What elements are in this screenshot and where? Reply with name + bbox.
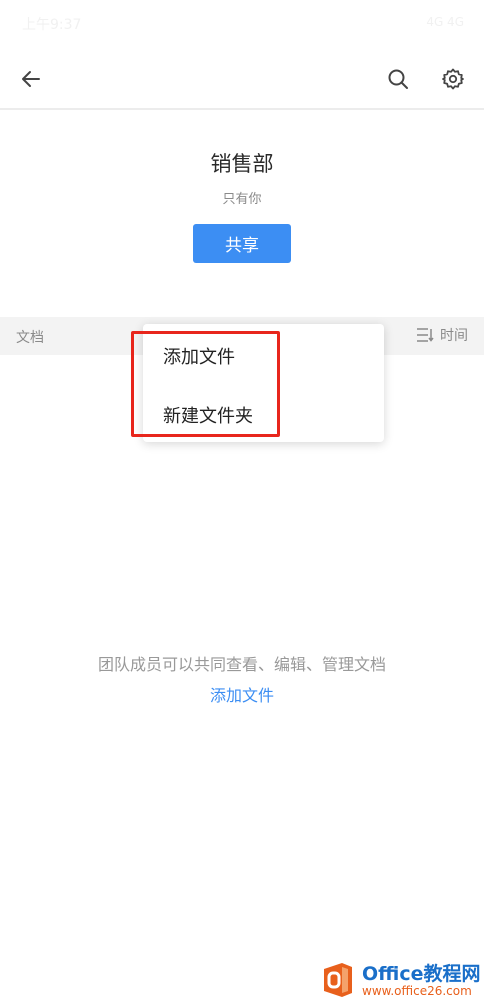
share-button[interactable]: 共享 <box>193 224 291 263</box>
settings-button[interactable] <box>433 59 473 99</box>
search-icon <box>388 69 408 89</box>
menu-item-new-folder[interactable]: 新建文件夹 <box>163 402 253 428</box>
add-menu-popup: 添加文件 新建文件夹 <box>143 324 384 442</box>
status-bar: 上午9:37 4G 4G <box>0 0 484 48</box>
status-time: 上午9:37 <box>22 17 82 33</box>
status-indicators: 4G 4G <box>426 15 464 29</box>
add-file-link[interactable]: 添加文件 <box>0 682 484 706</box>
office-logo-icon <box>324 963 352 997</box>
members-text: 只有你 <box>222 192 262 207</box>
watermark-title: Office教程网 <box>362 963 481 985</box>
back-button[interactable] <box>11 59 51 99</box>
top-nav-bar <box>0 50 484 110</box>
empty-state-description: 团队成员可以共同查看、编辑、管理文档 <box>97 655 386 674</box>
gear-icon <box>442 68 464 90</box>
sort-label: 时间 <box>440 328 468 344</box>
watermark: Office教程网 www.office26.com <box>318 958 484 1004</box>
team-name: 销售部 <box>210 152 274 176</box>
search-button[interactable] <box>378 59 418 99</box>
documents-label: 文档 <box>16 330 44 346</box>
menu-item-add-file[interactable]: 添加文件 <box>163 343 235 369</box>
sort-icon <box>417 328 434 342</box>
watermark-url: www.office26.com <box>362 984 472 998</box>
sort-by-time-button[interactable]: 时间 <box>416 325 468 345</box>
arrow-left-icon <box>22 71 40 87</box>
